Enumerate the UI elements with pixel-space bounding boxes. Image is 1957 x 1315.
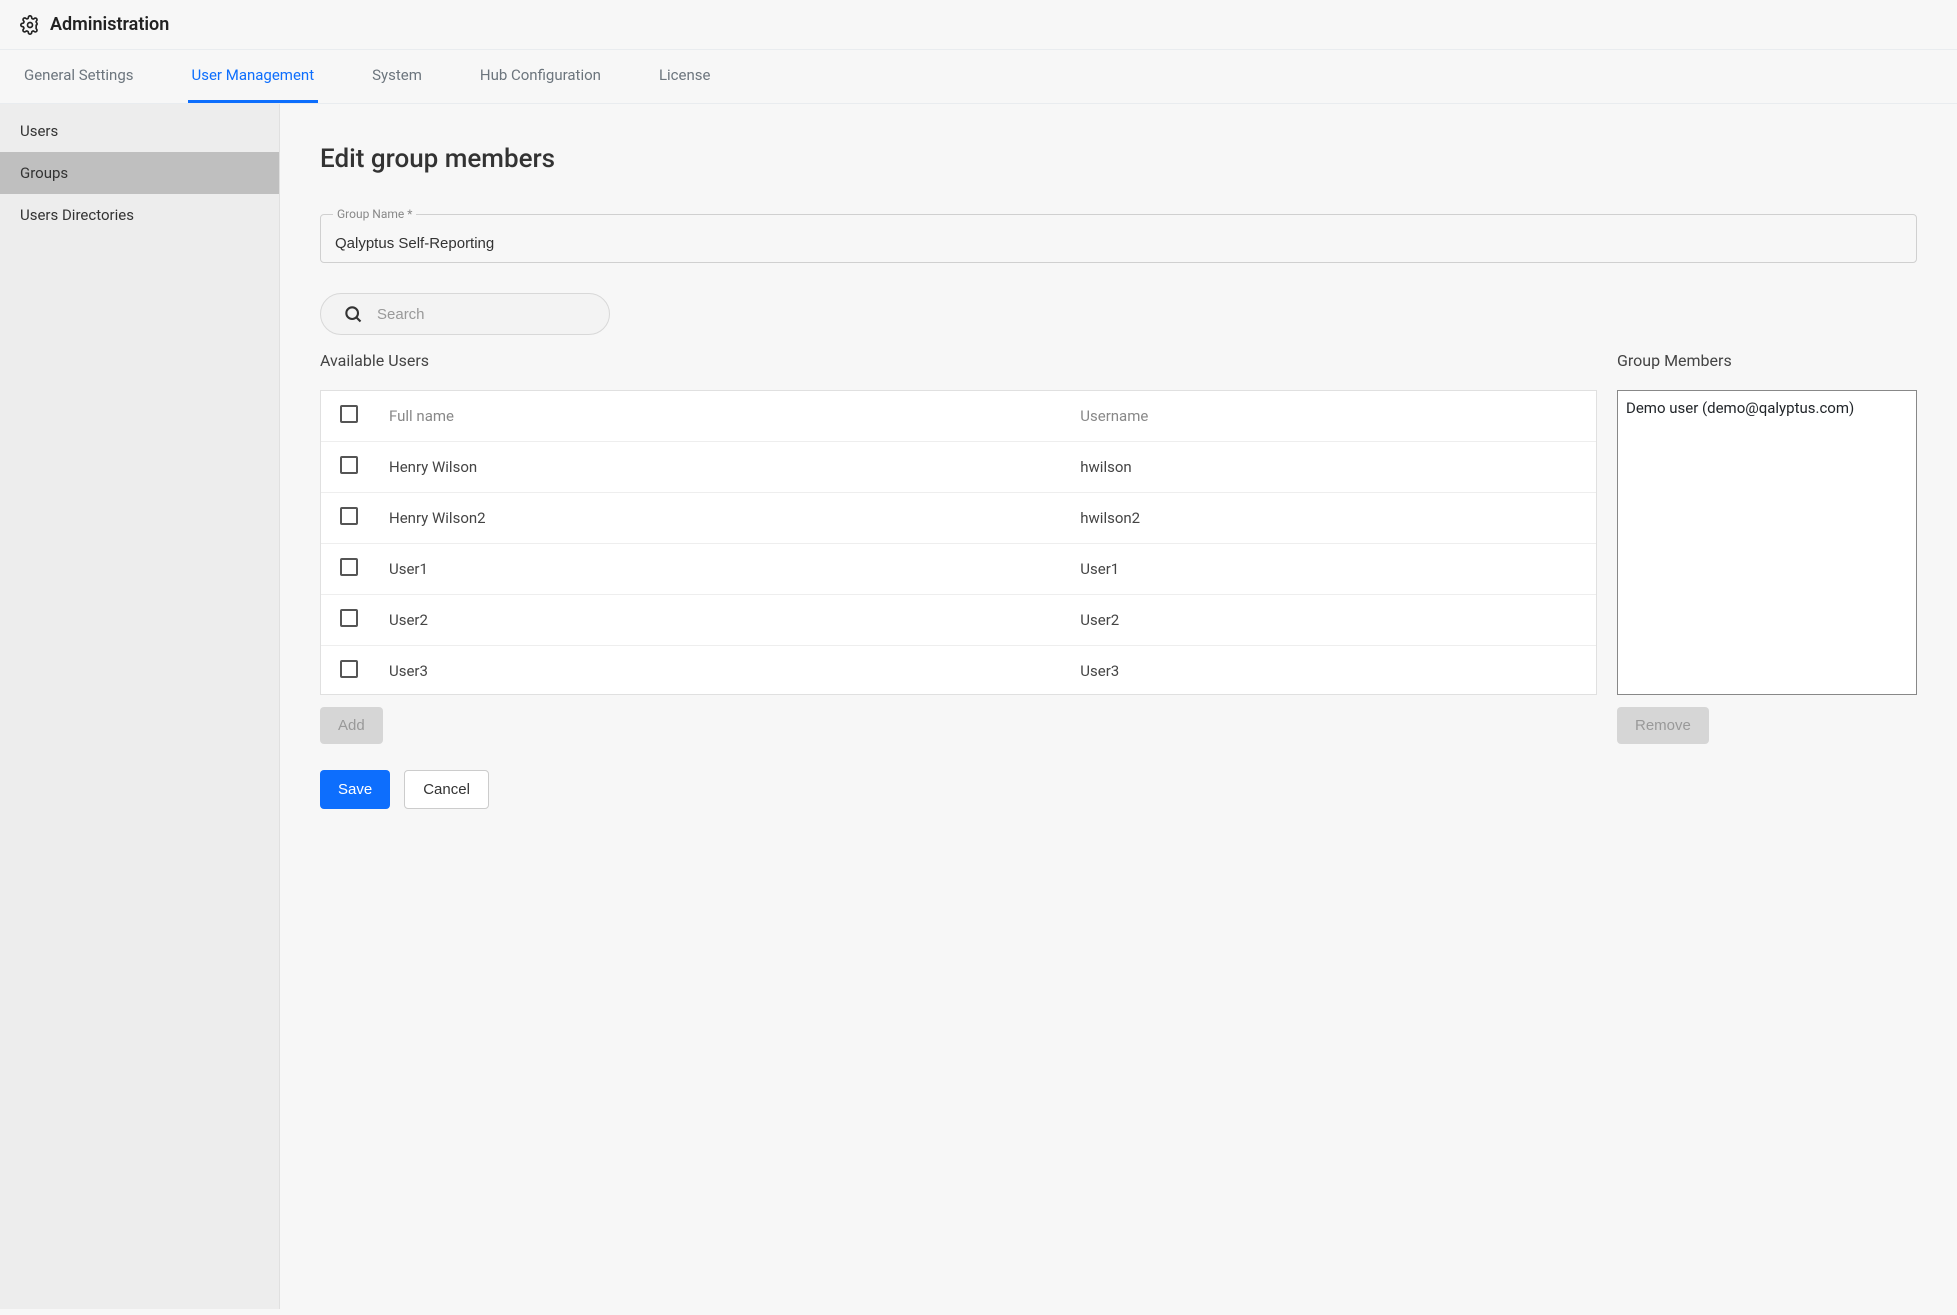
remove-button[interactable]: Remove	[1617, 707, 1709, 744]
cell-fullname: Henry Wilson	[377, 442, 1068, 493]
select-all-checkbox[interactable]	[340, 405, 358, 423]
page-title: Edit group members	[320, 144, 1917, 174]
tab-system[interactable]: System	[368, 50, 426, 103]
top-tabs: General Settings User Management System …	[0, 50, 1957, 104]
tab-general-settings[interactable]: General Settings	[20, 50, 138, 103]
table-row[interactable]: Henry Wilsonhwilson	[321, 442, 1596, 493]
sidebar-item-groups[interactable]: Groups	[0, 152, 279, 194]
row-checkbox[interactable]	[340, 660, 358, 678]
row-checkbox[interactable]	[340, 609, 358, 627]
search-field[interactable]	[320, 293, 610, 335]
group-members-list[interactable]: Demo user (demo@qalyptus.com)	[1617, 390, 1917, 695]
cell-username: hwilson2	[1068, 493, 1596, 544]
col-fullname: Full name	[377, 391, 1068, 442]
sidebar-item-users-directories[interactable]: Users Directories	[0, 194, 279, 236]
available-users-table[interactable]: Full name Username Henry WilsonhwilsonHe…	[320, 390, 1597, 695]
tab-license[interactable]: License	[655, 50, 715, 103]
save-button[interactable]: Save	[320, 770, 390, 809]
cell-fullname: Henry Wilson2	[377, 493, 1068, 544]
group-members-label: Group Members	[1617, 351, 1917, 370]
main-content: Edit group members Group Name * Availabl…	[280, 104, 1957, 1309]
cell-username: User1	[1068, 544, 1596, 595]
cell-username: hwilson	[1068, 442, 1596, 493]
col-username: Username	[1068, 391, 1596, 442]
cell-fullname: User3	[377, 646, 1068, 696]
row-checkbox[interactable]	[340, 558, 358, 576]
sidebar: Users Groups Users Directories	[0, 104, 280, 1309]
sidebar-item-users[interactable]: Users	[0, 110, 279, 152]
cell-username: User3	[1068, 646, 1596, 696]
add-button[interactable]: Add	[320, 707, 383, 744]
cell-fullname: User2	[377, 595, 1068, 646]
cell-fullname: User1	[377, 544, 1068, 595]
app-title: Administration	[50, 14, 169, 35]
group-name-label: Group Name *	[333, 207, 416, 221]
table-row[interactable]: User1User1	[321, 544, 1596, 595]
group-name-input[interactable]	[335, 235, 1902, 252]
cell-username: User2	[1068, 595, 1596, 646]
gear-icon	[20, 15, 40, 35]
row-checkbox[interactable]	[340, 507, 358, 525]
tab-user-management[interactable]: User Management	[188, 50, 319, 103]
tab-hub-configuration[interactable]: Hub Configuration	[476, 50, 605, 103]
member-item[interactable]: Demo user (demo@qalyptus.com)	[1624, 397, 1910, 419]
row-checkbox[interactable]	[340, 456, 358, 474]
available-users-label: Available Users	[320, 351, 1597, 370]
app-header: Administration	[0, 0, 1957, 50]
search-icon	[343, 304, 363, 324]
group-name-field[interactable]: Group Name *	[320, 214, 1917, 263]
table-row[interactable]: User3User3	[321, 646, 1596, 696]
cancel-button[interactable]: Cancel	[404, 770, 489, 809]
table-row[interactable]: Henry Wilson2hwilson2	[321, 493, 1596, 544]
search-input[interactable]	[377, 306, 587, 323]
table-row[interactable]: User2User2	[321, 595, 1596, 646]
